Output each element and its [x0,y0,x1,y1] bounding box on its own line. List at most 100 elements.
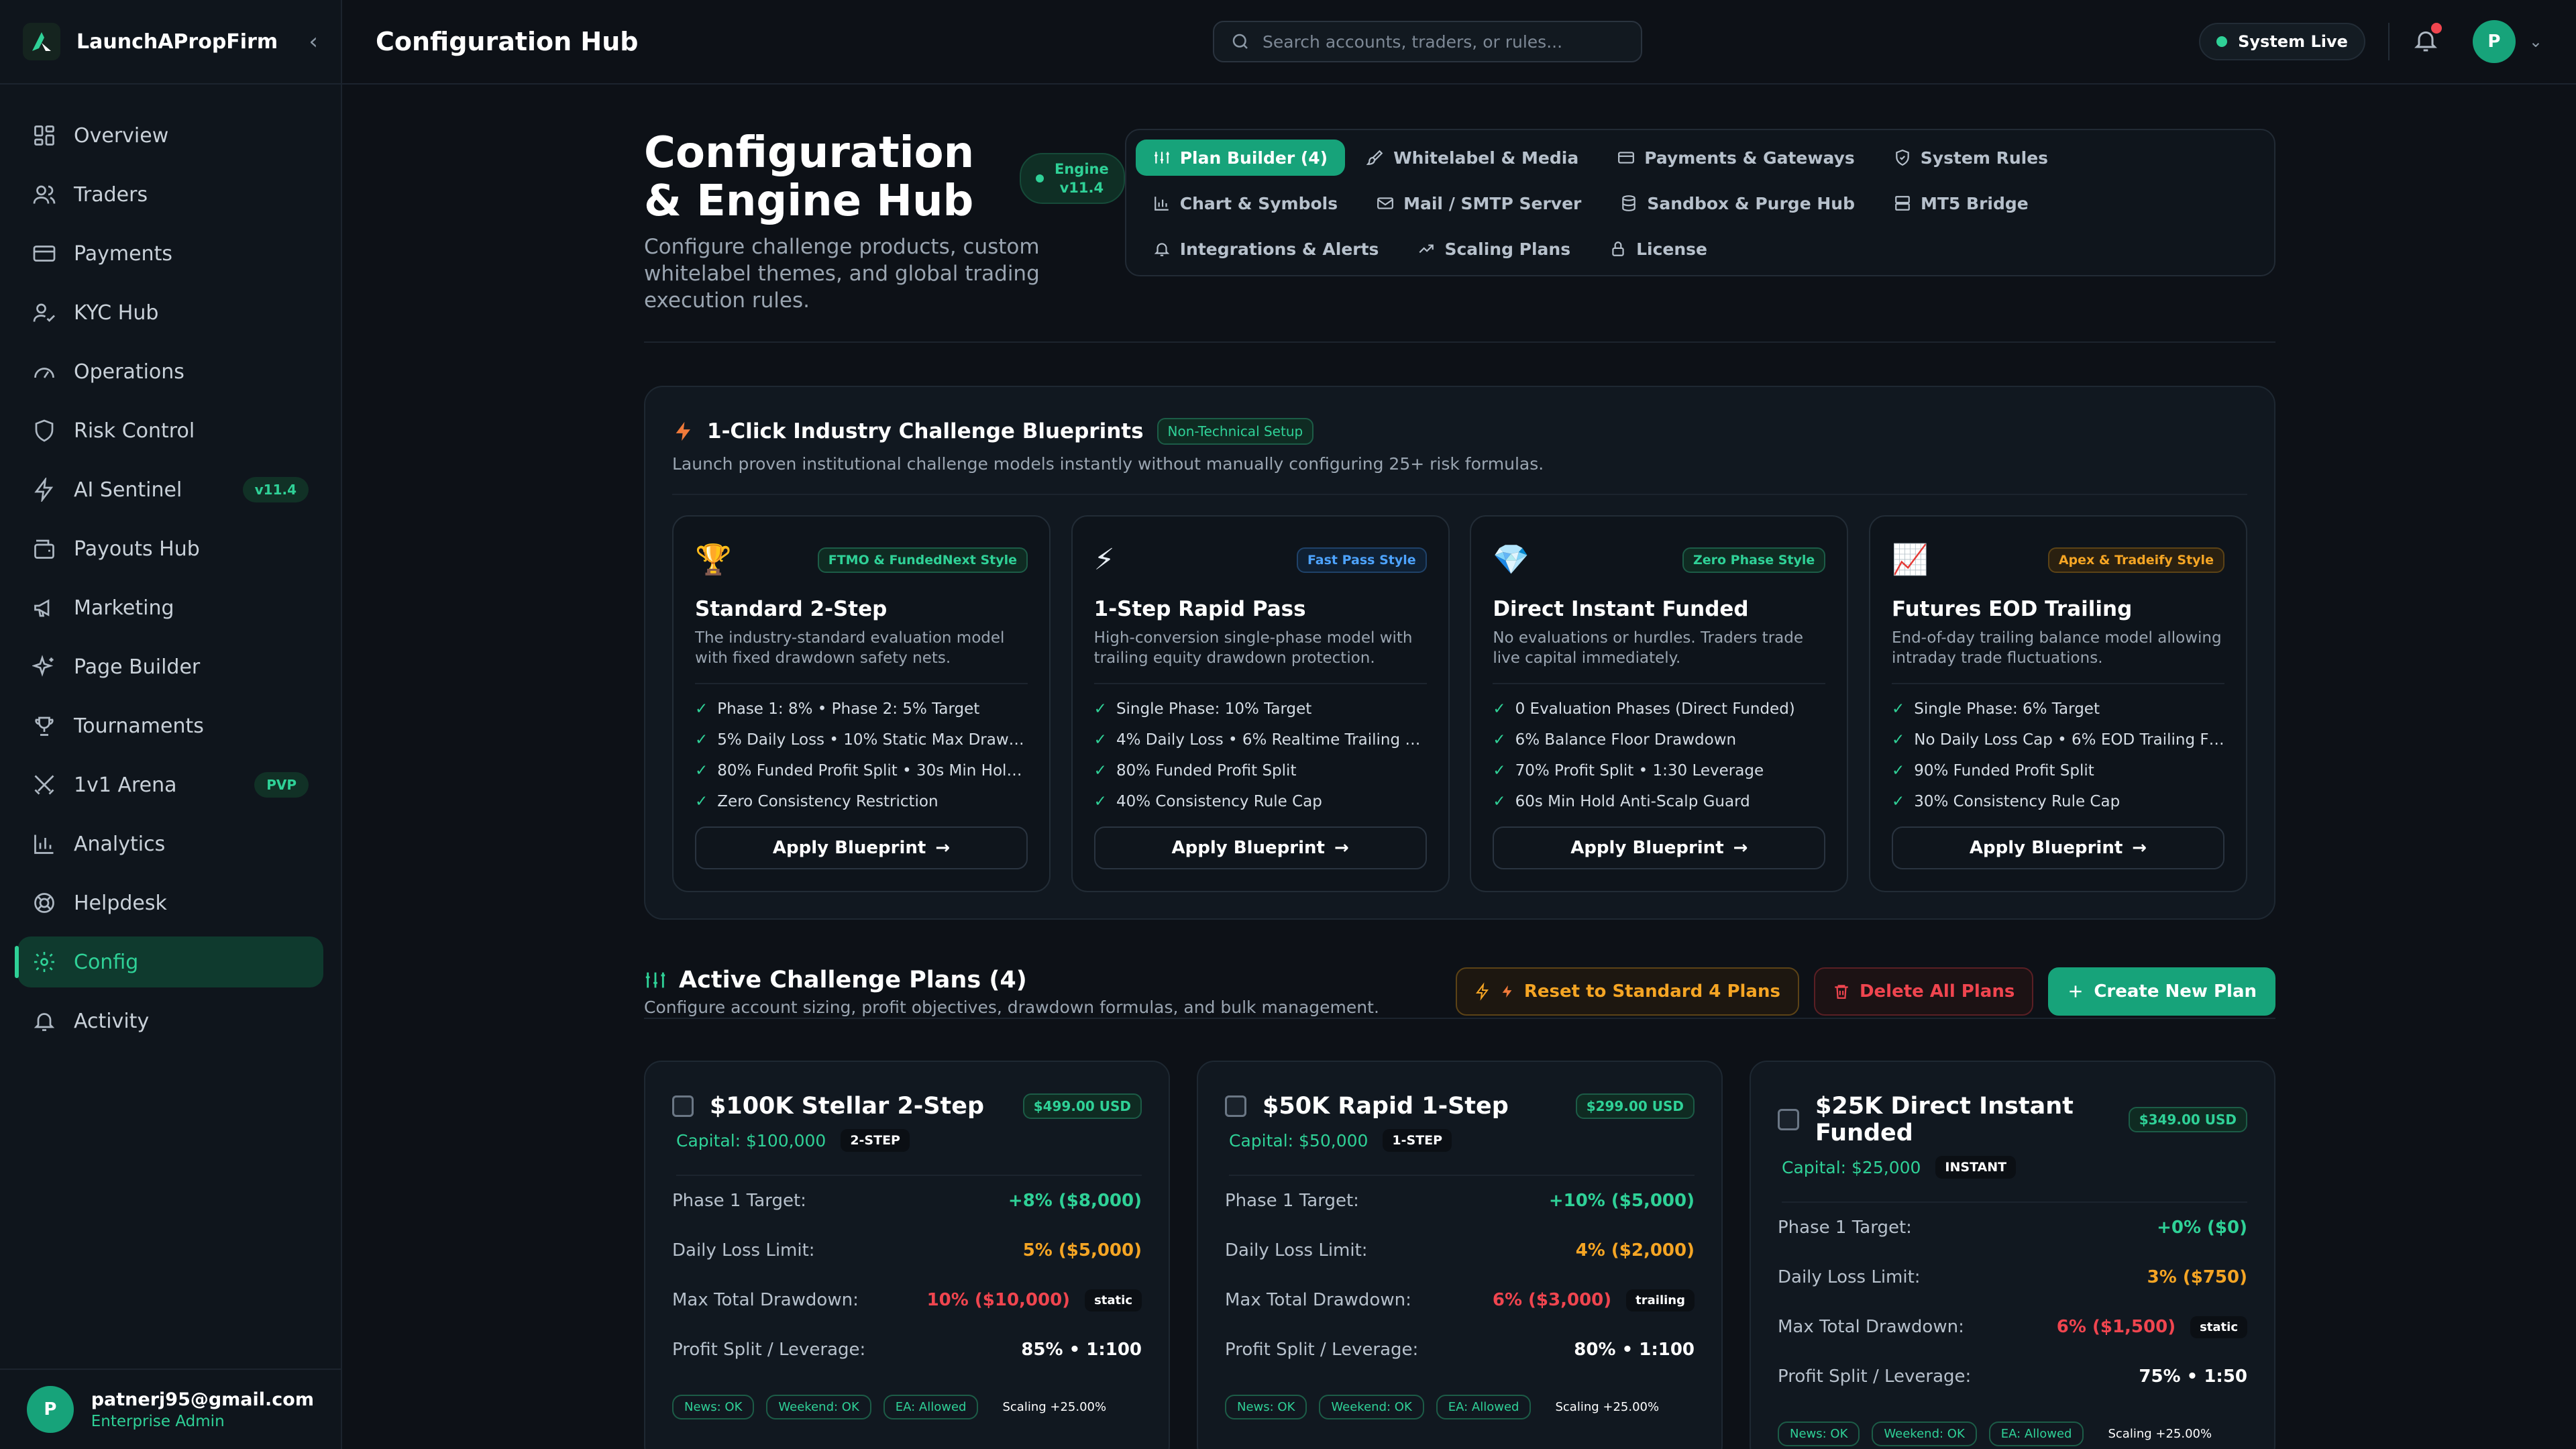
blueprint-feature: ✓ Single Phase: 6% Target [1892,694,2224,724]
sidebar-item-1v1-arena[interactable]: 1v1 Arena PVP [17,759,323,810]
blueprint-card-futures-eod-trailing: 📈 Apex & Tradeify Style Futures EOD Trai… [1868,515,2247,892]
tab-chart-symbols[interactable]: Chart & Symbols [1136,185,1355,221]
database-icon [1622,195,1636,211]
blueprint-feature: ✓ 80% Funded Profit Split • 30s Min Hold … [695,755,1028,786]
drawdown-mode-badge: static [1085,1289,1142,1311]
notifications-button[interactable] [2412,23,2442,56]
sidebar-item-helpdesk[interactable]: Helpdesk [17,877,323,928]
tab-mail-smtp[interactable]: Mail / SMTP Server [1359,185,1599,221]
blueprint-style-badge: FTMO & FundedNext Style [817,547,1028,573]
plan-select-checkbox[interactable] [1225,1095,1246,1117]
sidebar-item-activity[interactable]: Activity [17,996,323,1046]
plan-card: $25K Direct Instant Funded $349.00 USD C… [1750,1061,2275,1449]
reset-plans-button[interactable]: Reset to Standard 4 Plans [1455,967,1799,1016]
sidebar-item-marketing[interactable]: Marketing [17,582,323,633]
sidebar-item-traders[interactable]: Traders [17,169,323,220]
brand-logo-icon[interactable] [23,23,60,60]
plan-row-value: 80% • 1:100 [1574,1340,1695,1360]
blueprint-name: Standard 2-Step [695,597,888,621]
grid-icon [34,125,54,146]
sidebar-item-overview[interactable]: Overview [17,110,323,161]
sidebar-item-config[interactable]: Config [15,936,323,987]
rule-chip: Scaling +25.00% [1002,1400,1107,1414]
blueprint-feature: ✓ 0 Evaluation Phases (Direct Funded) [1493,694,1825,724]
apply-blueprint-button[interactable]: Apply Blueprint → [1093,826,1427,869]
sidebar-item-payments[interactable]: Payments [17,228,323,279]
check-icon: ✓ [1493,762,1506,780]
sliders-icon [1154,152,1169,164]
blueprint-feature: ✓ 90% Funded Profit Split [1892,755,2224,786]
sidebar-item-risk-control[interactable]: Risk Control [17,405,323,456]
plus-icon [2070,985,2082,998]
apply-blueprint-button[interactable]: Apply Blueprint → [695,826,1028,869]
tab-label: Scaling Plans [1444,239,1571,259]
plan-select-checkbox[interactable] [672,1095,694,1117]
blueprints-subtitle: Launch proven institutional challenge mo… [672,454,2247,495]
chevron-down-icon[interactable]: ⌄ [2529,32,2542,51]
tab-integrations-alerts[interactable]: Integrations & Alerts [1136,231,1397,267]
apply-blueprint-button[interactable]: Apply Blueprint → [1493,826,1826,869]
reset-plans-label: Reset to Standard 4 Plans [1523,981,1780,1002]
engine-badge-line2: v11.4 [1059,180,1104,196]
config-tabs: Plan Builder (4) Whitelabel & Media Paym… [1124,129,2275,276]
avatar[interactable]: P [2472,20,2516,63]
tab-system-rules[interactable]: System Rules [1876,140,2065,176]
rule-chip: EA: Allowed [883,1395,979,1419]
lifebuoy-icon [34,893,54,913]
system-status-badge[interactable]: System Live [2199,23,2365,60]
tab-mt5-bridge[interactable]: MT5 Bridge [1876,185,2046,221]
shield-icon [35,419,54,442]
plan-row-daily-loss: Daily Loss Limit: 5% ($5,000) [672,1226,1142,1275]
arrow-right-icon: → [2132,838,2147,858]
bolt-icon [1475,982,1489,1001]
sidebar-item-payouts-hub[interactable]: Payouts Hub [17,523,323,574]
search-input[interactable]: Search accounts, traders, or rules... [1213,21,1642,62]
tab-scaling-plans[interactable]: Scaling Plans [1400,231,1588,267]
apply-blueprint-button[interactable]: Apply Blueprint → [1891,826,2224,869]
create-new-plan-button[interactable]: Create New Plan [2048,967,2275,1016]
blueprint-feature: ✓ 80% Funded Profit Split [1094,755,1427,786]
sidebar-item-tournaments[interactable]: Tournaments [17,700,323,751]
check-icon: ✓ [1093,762,1107,780]
trophy-icon [35,716,54,736]
collapse-sidebar-icon[interactable]: ‹ [309,28,318,55]
plan-select-checkbox[interactable] [1778,1109,1799,1130]
user-profile[interactable]: P patnerj95@gmail.com Enterprise Admin [0,1368,341,1449]
plan-row-target: Phase 1 Target: +0% ($0) [1778,1203,2247,1252]
tab-sandbox-purge[interactable]: Sandbox & Purge Hub [1603,185,1872,221]
check-icon: ✓ [695,793,708,810]
blueprint-name: Futures EOD Trailing [1891,597,2133,621]
tab-label: Mail / SMTP Server [1403,193,1582,213]
check-icon: ✓ [1891,731,1905,749]
blueprint-feature-text: 80% Funded Profit Split • 30s Min Hold T… [717,762,1028,780]
divider [2387,23,2390,60]
plan-row-daily-loss: Daily Loss Limit: 4% ($2,000) [1225,1226,1695,1275]
delete-all-plans-button[interactable]: Delete All Plans [1813,967,2034,1016]
sidebar-item-ai-sentinel[interactable]: AI Sentinel v11.4 [17,464,323,515]
tab-license[interactable]: License [1592,231,1725,267]
sidebar-item-operations[interactable]: Operations [17,346,323,397]
brush-icon [1366,150,1383,165]
tab-plan-builder[interactable]: Plan Builder (4) [1135,140,1346,176]
plan-cards: $100K Stellar 2-Step $499.00 USD Capital… [644,1061,2275,1449]
tab-label: Chart & Symbols [1179,193,1338,213]
sidebar-item-label: Payouts Hub [74,537,200,561]
tab-label: Plan Builder (4) [1179,148,1328,168]
sidebar-item-label: Overview [74,123,169,148]
check-icon: ✓ [1891,793,1905,810]
sidebar-item-kyc-hub[interactable]: KYC Hub [17,287,323,338]
tab-label: System Rules [1920,148,2049,168]
sidebar-item-label: Marketing [74,596,174,620]
brand-header: LaunchAPropFirm ‹ [0,0,341,85]
brand-name[interactable]: LaunchAPropFirm [76,30,309,54]
blueprint-feature-text: Single Phase: 6% Target [1914,700,2100,718]
tab-payments-gateways[interactable]: Payments & Gateways [1600,140,1872,176]
bell-icon [34,1013,55,1031]
plan-card: $50K Rapid 1-Step $299.00 USD Capital: $… [1197,1061,1723,1449]
rule-chip: Weekend: OK [1319,1395,1424,1419]
tab-whitelabel-media[interactable]: Whitelabel & Media [1349,140,1596,176]
plan-type-badge: 2-STEP [841,1129,910,1152]
sidebar-item-analytics[interactable]: Analytics [17,818,323,869]
sidebar-item-page-builder[interactable]: Page Builder [17,641,323,692]
blueprint-feature: ✓ 30% Consistency Rule Cap [1892,786,2224,817]
